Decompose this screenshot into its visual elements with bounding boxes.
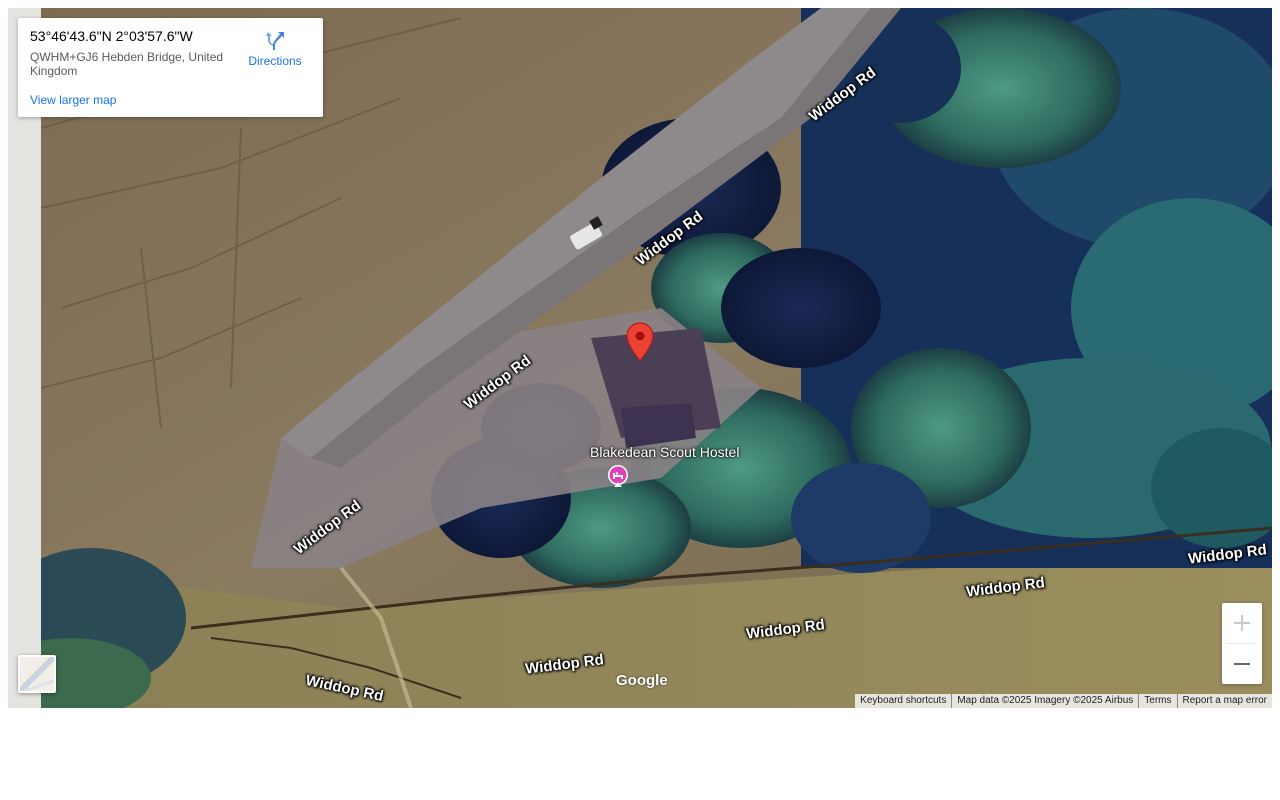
map-data-attribution: Map data ©2025 Imagery ©2025 Airbus: [951, 694, 1138, 708]
coordinates-title: 53°46'43.6"N 2°03'57.6"W: [30, 28, 193, 44]
map-layer-toggle[interactable]: [18, 655, 56, 693]
place-info-card: 53°46'43.6"N 2°03'57.6"W QWHM+GJ6 Hebden…: [18, 18, 323, 117]
map-layer-thumbnail: [20, 657, 54, 691]
terms-link[interactable]: Terms: [1138, 694, 1176, 708]
keyboard-shortcuts-link[interactable]: Keyboard shortcuts: [855, 694, 951, 708]
google-logo: Google: [616, 672, 668, 689]
poi-label-blakedean-scout-hostel[interactable]: Blakedean Scout Hostel: [590, 444, 739, 460]
attribution-bar: Keyboard shortcuts Map data ©2025 Imager…: [855, 694, 1272, 708]
hostel-bed-icon[interactable]: [607, 464, 629, 488]
zoom-controls: [1222, 603, 1262, 684]
plus-code-address: QWHM+GJ6 Hebden Bridge, United Kingdom: [30, 50, 224, 78]
directions-button[interactable]: Directions: [242, 30, 308, 68]
directions-icon: [266, 32, 284, 50]
plus-icon: [1234, 615, 1250, 631]
view-larger-map-link[interactable]: View larger map: [30, 93, 116, 107]
zoom-out-button[interactable]: [1222, 644, 1262, 684]
minus-icon: [1234, 663, 1250, 665]
zoom-in-button[interactable]: [1222, 603, 1262, 643]
red-location-pin-icon[interactable]: [626, 322, 654, 362]
directions-label: Directions: [248, 54, 302, 68]
map-frame[interactable]: Widdop Rd Widdop Rd Widdop Rd Widdop Rd …: [8, 8, 1272, 708]
report-map-error-link[interactable]: Report a map error: [1176, 694, 1272, 708]
